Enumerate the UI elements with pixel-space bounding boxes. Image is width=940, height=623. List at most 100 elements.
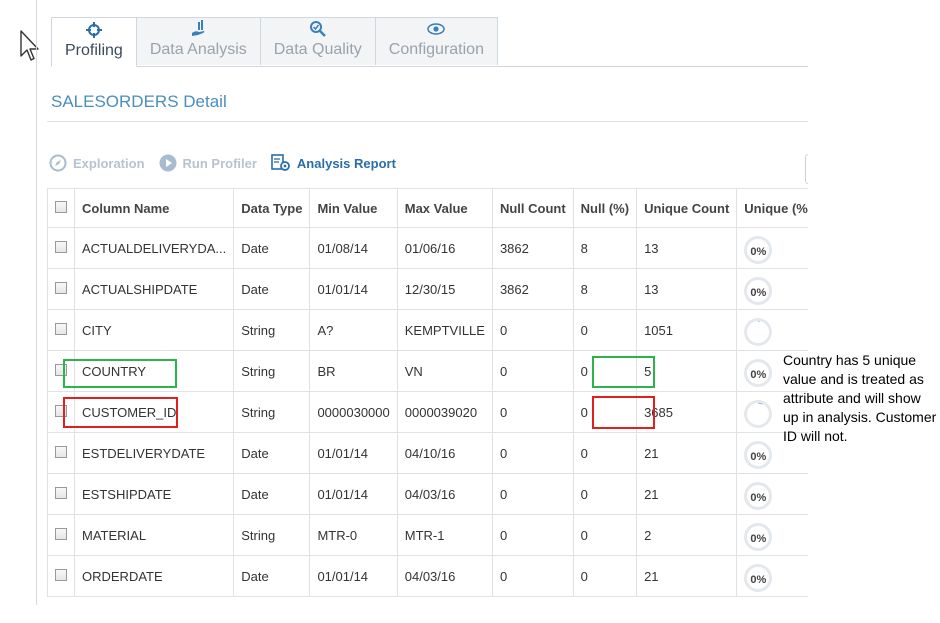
row-checkbox[interactable] [55,486,67,499]
column-header[interactable]: Data Type [233,188,311,228]
crosshair-icon [85,22,102,38]
unique-pct-ring: 0% [744,564,773,592]
unique-pct-cell: 0% [736,555,808,597]
unique-count-cell: 1051 [636,309,738,351]
customer-id-name-highlight [63,397,178,428]
profiling-panel: Profiling Data Analysis Data Quality Con… [36,0,808,605]
max-value-cell: MTR-1 [396,514,493,556]
unique-pct-ring: 7% [744,400,773,428]
table-row[interactable]: ACTUALDELIVERYDA... Date 01/08/14 01/06/… [47,227,808,269]
column-header[interactable]: Null Count [491,188,574,228]
select-all-checkbox[interactable] [55,200,67,213]
unique-pct-ring: 0% [744,277,773,305]
magnifier-check-icon [309,21,326,37]
unique-pct-ring: 0% [744,236,773,264]
min-value-cell: 01/01/14 [309,473,398,515]
table-row[interactable]: ESTSHIPDATE Date 01/01/14 04/03/16 0 0 2… [47,473,808,515]
row-checkbox[interactable] [55,568,67,581]
max-value-cell: 04/10/16 [396,432,493,474]
annotation-note: Country has 5 unique value and is treate… [783,352,937,444]
unique-pct-cell: 0% [736,268,808,310]
data-type-cell: Date [233,432,311,474]
null-count-cell: 3862 [491,268,574,310]
unique-pct-ring: 0% [744,441,773,469]
table-row[interactable]: ORDERDATE Date 01/01/14 04/03/16 0 0 21 … [47,555,808,597]
run-profiler-label: Run Profiler [182,155,257,171]
select-all-cell[interactable] [47,188,75,228]
data-type-cell: String [233,350,311,392]
table-row[interactable]: CITY String A? KEMPTVILLE 0 0 1051 2% [47,309,808,351]
min-value-cell: MTR-0 [309,514,398,556]
column-header[interactable]: Max Value [396,188,493,228]
max-value-cell: VN [396,350,493,392]
unique-count-cell: 13 [636,227,738,269]
null-count-cell: 0 [491,309,574,351]
null-count-cell: 0 [491,555,574,597]
min-value-cell: 0000030000 [309,391,398,433]
column-header[interactable]: Min Value [309,188,398,228]
null-count-cell: 3862 [491,227,574,269]
column-name-cell: ORDERDATE [73,555,235,597]
min-value-cell: BR [309,350,398,392]
tab-configuration[interactable]: Configuration [374,17,498,65]
row-select-cell[interactable] [47,514,75,556]
null-pct-cell: 0 [572,432,638,474]
unique-count-cell: 21 [636,473,738,515]
null-pct-cell: 0 [572,309,638,351]
unique-count-cell: 13 [636,268,738,310]
column-name-cell: ACTUALDELIVERYDA... [73,227,235,269]
row-select-cell[interactable] [47,268,75,310]
tab-data-quality[interactable]: Data Quality [259,17,376,65]
min-value-cell: 01/08/14 [309,227,398,269]
null-pct-cell: 0 [572,555,638,597]
country-unique-highlight [592,356,655,388]
analysis-report-button[interactable]: Analysis Report [271,154,396,172]
table-row[interactable]: ESTDELIVERYDATE Date 01/01/14 04/10/16 0… [47,432,808,474]
row-checkbox[interactable] [55,281,67,294]
max-value-cell: 04/03/16 [396,555,493,597]
row-select-cell[interactable] [47,432,75,474]
data-type-cell: String [233,309,311,351]
customer-id-unique-highlight [592,396,655,429]
eye-icon [427,23,446,35]
tab-underline [51,66,808,67]
row-select-cell[interactable] [47,473,75,515]
row-select-cell[interactable] [47,555,75,597]
row-checkbox[interactable] [55,240,67,253]
row-select-cell[interactable] [47,309,75,351]
max-value-cell: 0000039020 [396,391,493,433]
row-checkbox[interactable] [55,445,67,458]
tab-configuration-label: Configuration [388,41,484,58]
country-name-highlight [63,359,177,388]
tab-data-analysis-label: Data Analysis [149,41,247,58]
table-row[interactable]: ACTUALSHIPDATE Date 01/01/14 12/30/15 38… [47,268,808,310]
unique-pct-ring: 0% [744,523,773,551]
column-header[interactable]: Unique Count [636,188,738,228]
profile-table: Column Name Data Type Min Value Max Valu… [47,188,808,597]
column-header[interactable]: Null (%) [572,188,638,228]
table-row[interactable]: MATERIAL String MTR-0 MTR-1 0 0 2 0% [47,514,808,556]
null-count-cell: 0 [491,391,574,433]
min-value-cell: 01/01/14 [309,268,398,310]
run-profiler-button[interactable]: Run Profiler [159,154,257,172]
column-header[interactable]: Column Name [73,188,235,228]
row-checkbox[interactable] [55,527,67,540]
tab-data-analysis[interactable]: Data Analysis [135,17,261,65]
data-type-cell: Date [233,227,311,269]
tab-profiling[interactable]: Profiling [51,17,137,67]
column-name-cell: MATERIAL [73,514,235,556]
column-name-cell: ACTUALSHIPDATE [73,268,235,310]
play-icon [159,154,177,172]
row-checkbox[interactable] [55,322,67,335]
max-value-cell: 12/30/15 [396,268,493,310]
unique-pct-ring: 2% [744,318,773,346]
column-header[interactable]: Unique (%) [736,188,808,228]
row-select-cell[interactable] [47,227,75,269]
toolbar: Exploration Run Profiler Analysis Report [49,154,410,172]
exploration-button[interactable]: Exploration [49,154,145,172]
unique-count-cell: 21 [636,432,738,474]
data-type-cell: Date [233,268,311,310]
title-divider [47,121,808,122]
column-name-cell: ESTDELIVERYDATE [73,432,235,474]
null-count-cell: 0 [491,473,574,515]
